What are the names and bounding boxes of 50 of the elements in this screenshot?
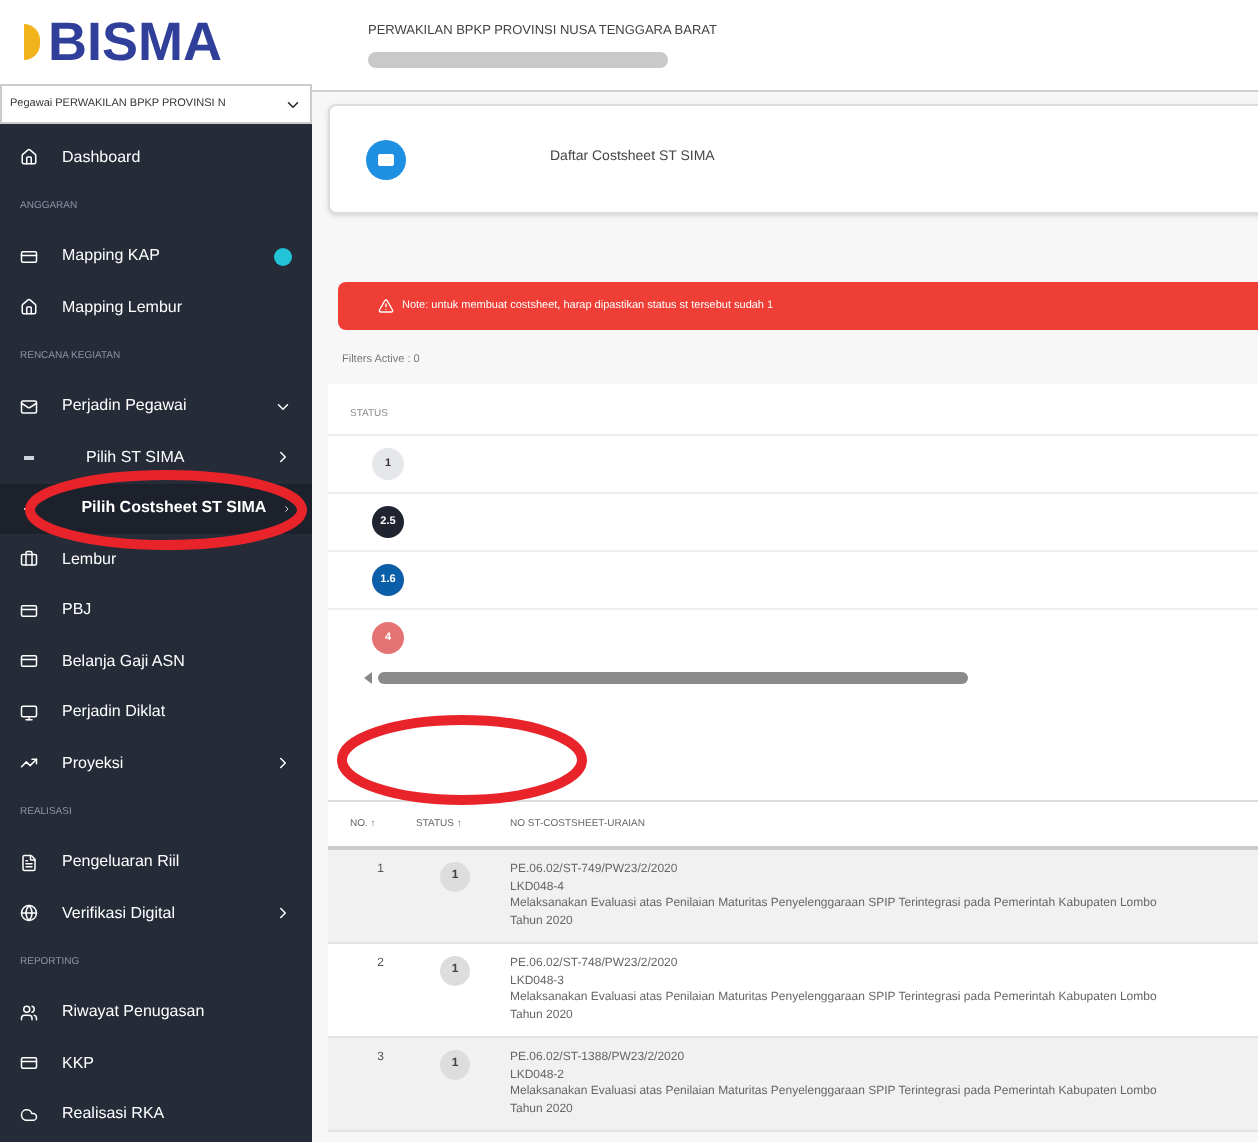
menu-label: Mapping KAP xyxy=(62,244,162,269)
menu-icon xyxy=(20,247,38,266)
menu-label: Verifikasi Digital xyxy=(62,901,177,926)
sidebar-item[interactable]: Pengeluaran Riil xyxy=(0,837,312,888)
menu-icon xyxy=(20,148,38,167)
menu-icon xyxy=(20,652,38,671)
menu-label: Perjadin Diklat xyxy=(62,700,168,725)
menu-label: Mapping Lembur xyxy=(62,295,185,320)
menu-icon xyxy=(20,298,38,317)
bulb-icon xyxy=(24,24,40,60)
menu-label: Belanja Gaji ASN xyxy=(62,649,187,674)
menu-icon xyxy=(20,754,38,773)
sidebar-item[interactable]: Realisasi RKA xyxy=(0,1089,312,1140)
menu-icon xyxy=(20,703,38,722)
menu-label: Pilih ST SIMA xyxy=(84,445,187,470)
menu-label: Lembur xyxy=(62,547,119,572)
menu-label: Perjadin Pegawai xyxy=(62,394,189,419)
menu-icon xyxy=(20,550,38,569)
sidebar-item[interactable]: Dashboard xyxy=(0,132,312,183)
document-icon xyxy=(366,139,406,179)
sidebar-item[interactable]: Lembur xyxy=(0,534,312,585)
menu-label: Realisasi RKA xyxy=(62,1102,167,1127)
sidebar-item[interactable]: Belanja Gaji ASN xyxy=(0,636,312,687)
sidebar-item[interactable]: PBJ xyxy=(0,585,312,636)
menu-icon xyxy=(20,397,38,416)
submenu-item[interactable]: Pilih ST SIMA xyxy=(0,432,312,483)
sidebar-item[interactable]: Proyeksi xyxy=(0,738,312,789)
menu-label: KKP xyxy=(62,1051,97,1076)
menu-icon xyxy=(20,1054,38,1073)
sidebar-item[interactable]: Verifikasi Digital xyxy=(0,888,312,939)
warning-icon xyxy=(378,298,394,314)
sidebar-item[interactable]: Riwayat Penugasan xyxy=(0,987,312,1038)
logo-text: BISMA xyxy=(48,15,222,69)
menu-label: Dashboard xyxy=(62,145,143,170)
menu-label: PBJ xyxy=(62,598,94,623)
menu-label: Proyeksi xyxy=(62,751,126,776)
menu-icon xyxy=(20,853,38,872)
menu-label: Pengeluaran Riil xyxy=(62,850,182,875)
menu-icon xyxy=(20,904,38,923)
sidebar-item[interactable]: Mapping Lembur xyxy=(0,282,312,333)
sidebar-item[interactable]: KKP xyxy=(0,1038,312,1089)
sidebar-item[interactable]: Perjadin Pegawai xyxy=(0,381,312,432)
sidebar-item[interactable]: Perjadin Diklat xyxy=(0,687,312,738)
menu-icon xyxy=(20,601,38,620)
menu-icon xyxy=(20,1105,38,1124)
sidebar-item[interactable]: Mapping KAP xyxy=(0,231,312,282)
chevron-right-icon xyxy=(274,448,292,467)
menu-label: Riwayat Penugasan xyxy=(62,1000,207,1025)
menu-label: Pilih Costsheet ST SIMA xyxy=(79,496,267,521)
menu-icon xyxy=(20,1003,38,1022)
